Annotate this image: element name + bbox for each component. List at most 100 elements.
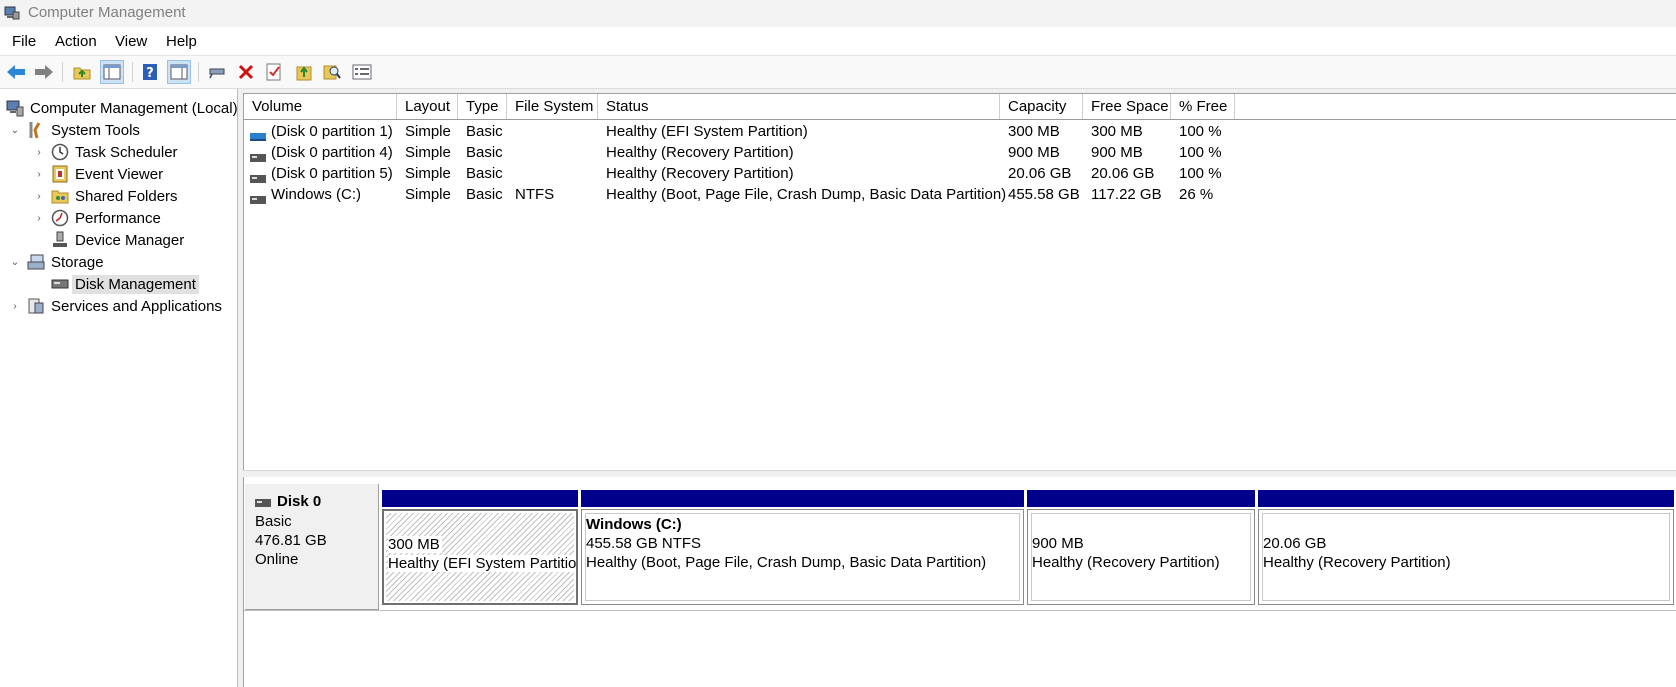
show-hide-tree-icon[interactable]: [100, 60, 124, 84]
tree-label: Storage: [51, 253, 104, 271]
menu-view[interactable]: View: [115, 33, 147, 50]
partition-size: 300 MB: [388, 536, 442, 553]
partition-recovery-1[interactable]: 900 MB Healthy (Recovery Partition): [1027, 490, 1255, 605]
chevron-down-icon[interactable]: ⌄: [9, 125, 21, 136]
tree-item-event-viewer[interactable]: › Event Viewer: [33, 163, 163, 185]
tree-item-services-and-applications[interactable]: › Services and Applications: [9, 295, 222, 317]
volume-name: (Disk 0 partition 5): [271, 165, 393, 182]
menu-help[interactable]: Help: [166, 33, 197, 50]
chevron-right-icon[interactable]: ›: [33, 191, 45, 202]
tree-item-disk-management[interactable]: Disk Management: [51, 273, 199, 295]
tree-item-system-tools[interactable]: ⌄ System Tools: [9, 119, 140, 141]
disk-icon: [255, 494, 271, 508]
chevron-right-icon[interactable]: ›: [33, 169, 45, 180]
volume-name: (Disk 0 partition 4): [271, 144, 393, 161]
disk-label[interactable]: Disk 0 Basic 476.81 GB Online: [245, 484, 379, 610]
table-row[interactable]: Windows (C:) Simple Basic NTFS Healthy (…: [244, 184, 1676, 205]
percent-free-cell: 100 %: [1179, 123, 1222, 140]
volume-list: Volume Layout Type File System Status Ca…: [243, 93, 1676, 471]
delete-icon[interactable]: [234, 60, 258, 84]
volume-icon: [250, 147, 266, 163]
column-header-status[interactable]: Status: [598, 94, 1000, 119]
capacity-cell: 300 MB: [1008, 123, 1060, 140]
column-header-percent-free[interactable]: % Free: [1171, 94, 1235, 119]
clock-icon: [51, 143, 69, 161]
toolbar: ?: [0, 56, 1676, 89]
window-title: Computer Management: [28, 4, 186, 21]
properties-icon[interactable]: [262, 60, 286, 84]
title-bar: Computer Management: [0, 0, 1676, 27]
partition-windows-c[interactable]: Windows (C:) 455.58 GB NTFS Healthy (Boo…: [581, 490, 1024, 605]
type-cell: Basic: [466, 144, 503, 161]
volume-icon: [250, 126, 266, 142]
export-list-icon[interactable]: [292, 60, 316, 84]
column-header-capacity[interactable]: Capacity: [1000, 94, 1083, 119]
column-header-free-space[interactable]: Free Space: [1083, 94, 1171, 119]
up-folder-icon[interactable]: [70, 60, 94, 84]
type-cell: Basic: [466, 165, 503, 182]
connect-icon[interactable]: [206, 60, 230, 84]
forward-icon[interactable]: [32, 60, 56, 84]
settings-icon[interactable]: [350, 60, 374, 84]
event-log-icon: [51, 165, 69, 183]
disk-size: 476.81 GB: [255, 532, 327, 549]
partition-size: 20.06 GB: [1263, 535, 1327, 552]
disk-name: Disk 0: [277, 493, 322, 510]
column-header-layout[interactable]: Layout: [397, 94, 458, 119]
tree-item-shared-folders[interactable]: › Shared Folders: [33, 185, 177, 207]
status-cell: Healthy (Boot, Page File, Crash Dump, Ba…: [606, 186, 1007, 203]
partition-size: 455.58 GB NTFS: [586, 535, 702, 552]
tree-item-computer-management[interactable]: Computer Management (Local): [6, 97, 238, 119]
column-header-file-system[interactable]: File System: [507, 94, 598, 119]
tree-label: Device Manager: [75, 231, 185, 249]
free-space-cell: 300 MB: [1091, 123, 1143, 140]
disk-type: Basic: [255, 513, 292, 530]
layout-cell: Simple: [405, 186, 451, 203]
device-manager-icon: [51, 231, 69, 249]
table-row[interactable]: (Disk 0 partition 1) Simple Basic Health…: [244, 121, 1676, 142]
help-icon[interactable]: ?: [138, 60, 162, 84]
chevron-right-icon[interactable]: ›: [33, 147, 45, 158]
navigation-tree: Computer Management (Local) ⌄ System Too…: [0, 89, 238, 687]
layout-cell: Simple: [405, 144, 451, 161]
partition-recovery-2[interactable]: 20.06 GB Healthy (Recovery Partition): [1258, 490, 1674, 605]
chevron-right-icon[interactable]: ›: [9, 301, 21, 312]
table-row[interactable]: (Disk 0 partition 5) Simple Basic Health…: [244, 163, 1676, 184]
partition-status: Healthy (EFI System Partitior: [388, 555, 578, 572]
volume-list-header: Volume Layout Type File System Status Ca…: [244, 94, 1676, 120]
computer-management-icon: [4, 5, 20, 21]
search-icon[interactable]: [320, 60, 344, 84]
column-header-volume[interactable]: Volume: [244, 94, 397, 119]
file-system-cell: [507, 163, 598, 184]
tree-item-task-scheduler[interactable]: › Task Scheduler: [33, 141, 177, 163]
tree-label: Services and Applications: [51, 297, 222, 315]
partition-bar: [1258, 490, 1674, 507]
menu-bar: File Action View Help: [0, 27, 1676, 56]
menu-action[interactable]: Action: [55, 33, 97, 50]
tree-item-device-manager[interactable]: Device Manager: [51, 229, 184, 251]
partition-bar: [581, 490, 1024, 507]
free-space-cell: 20.06 GB: [1091, 165, 1155, 182]
chevron-down-icon[interactable]: ⌄: [9, 257, 21, 268]
menu-file[interactable]: File: [12, 33, 36, 50]
computer-icon: [6, 99, 24, 117]
partition-efi[interactable]: 300 MB Healthy (EFI System Partitior: [382, 490, 578, 605]
back-icon[interactable]: [4, 60, 28, 84]
shared-folder-icon: [51, 187, 69, 205]
volume-icon: [250, 189, 266, 205]
pane-splitter[interactable]: [243, 470, 1676, 477]
layout-cell: Simple: [405, 165, 451, 182]
partition-bar: [1027, 490, 1255, 507]
storage-icon: [27, 253, 45, 271]
table-row[interactable]: (Disk 0 partition 4) Simple Basic Health…: [244, 142, 1676, 163]
tree-item-storage[interactable]: ⌄ Storage: [9, 251, 104, 273]
status-cell: Healthy (EFI System Partition): [606, 123, 808, 140]
tree-item-performance[interactable]: › Performance: [33, 207, 161, 229]
file-system-cell: [507, 121, 598, 142]
chevron-right-icon[interactable]: ›: [33, 213, 45, 224]
capacity-cell: 900 MB: [1008, 144, 1060, 161]
layout-cell: Simple: [405, 123, 451, 140]
show-hide-action-pane-icon[interactable]: [167, 60, 191, 84]
volume-name: (Disk 0 partition 1): [271, 123, 393, 140]
column-header-type[interactable]: Type: [458, 94, 507, 119]
